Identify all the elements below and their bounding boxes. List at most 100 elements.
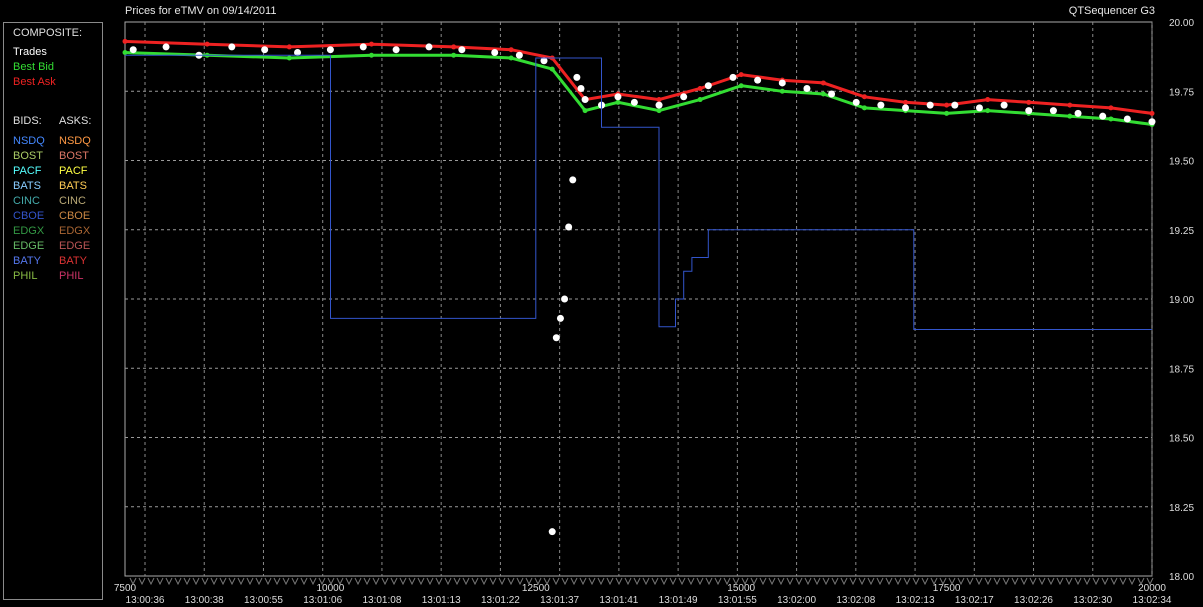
y-tick-label: 18.50 xyxy=(1169,434,1194,445)
trade-point xyxy=(577,84,585,92)
trade-marker xyxy=(147,577,155,586)
trade-marker xyxy=(480,577,488,586)
trade-point xyxy=(228,43,236,51)
series-point-best-bid xyxy=(286,55,292,61)
trade-marker xyxy=(363,577,371,586)
trade-point xyxy=(902,104,910,112)
trade-marker xyxy=(1011,577,1019,586)
trade-point xyxy=(1148,118,1156,126)
series-point-best-ask xyxy=(122,38,128,44)
trade-point xyxy=(326,46,334,54)
trade-marker xyxy=(624,577,632,586)
series-point-best-bid xyxy=(1067,113,1073,119)
trade-marker xyxy=(435,577,443,586)
trade-marker xyxy=(597,577,605,586)
series-point-best-bid xyxy=(861,105,867,111)
trade-point xyxy=(704,82,712,90)
trade-marker xyxy=(921,577,929,586)
trade-marker xyxy=(1119,577,1127,586)
trade-point xyxy=(803,84,811,92)
series-point-best-ask xyxy=(451,44,457,50)
time-tick-label: 13:01:37 xyxy=(540,595,579,606)
series-line-best-bid xyxy=(124,51,1153,126)
trade-point xyxy=(729,73,737,81)
trade-marker xyxy=(651,577,659,586)
series-point-best-bid xyxy=(508,55,514,61)
series-line-best-ask xyxy=(124,39,1153,115)
trade-point xyxy=(569,176,577,184)
trade-marker xyxy=(408,577,416,586)
trade-marker xyxy=(966,577,974,586)
trade-marker xyxy=(1038,577,1046,586)
series-point-best-ask xyxy=(368,41,374,47)
trade-point xyxy=(655,101,663,109)
time-tick-label: 13:02:26 xyxy=(1014,595,1053,606)
series-point-best-ask xyxy=(861,94,867,100)
trade-point xyxy=(852,98,860,106)
series-point-best-ask xyxy=(204,41,210,47)
trade-point xyxy=(754,76,762,84)
y-tick-label: 18.25 xyxy=(1169,503,1194,514)
trade-marker xyxy=(372,577,380,586)
time-tick-label: 13:00:36 xyxy=(126,595,165,606)
trade-marker xyxy=(138,577,146,586)
trade-marker xyxy=(615,577,623,586)
trade-marker xyxy=(588,577,596,586)
trade-marker xyxy=(633,577,641,586)
seq-tick-label: 10000 xyxy=(316,583,344,594)
series-point-best-bid xyxy=(549,66,555,72)
series-point-best-ask xyxy=(820,80,826,86)
trade-marker xyxy=(552,577,560,586)
series-point-best-ask xyxy=(286,44,292,50)
trade-point xyxy=(425,43,433,51)
trade-marker xyxy=(903,577,911,586)
time-tick-label: 13:01:22 xyxy=(481,595,520,606)
trade-point xyxy=(1025,107,1033,115)
series-point-best-bid xyxy=(820,91,826,97)
trade-marker xyxy=(570,577,578,586)
trade-marker xyxy=(300,577,308,586)
trade-marker xyxy=(165,577,173,586)
series-point-best-ask xyxy=(1026,99,1032,105)
seq-tick-label: 15000 xyxy=(727,583,755,594)
trade-marker xyxy=(210,577,218,586)
trade-marker xyxy=(696,577,704,586)
trade-marker xyxy=(849,577,857,586)
trade-marker xyxy=(201,577,209,586)
trade-point xyxy=(1000,101,1008,109)
trade-point xyxy=(975,104,983,112)
trade-marker xyxy=(219,577,227,586)
series-point-best-ask xyxy=(985,97,991,103)
trade-marker xyxy=(1002,577,1010,586)
y-tick-label: 20.00 xyxy=(1169,18,1194,29)
y-tick-label: 19.00 xyxy=(1169,295,1194,306)
trade-marker xyxy=(804,577,812,586)
trade-marker xyxy=(984,577,992,586)
series-point-best-bid xyxy=(122,49,128,55)
trade-marker xyxy=(759,577,767,586)
trade-point xyxy=(552,334,560,342)
trade-marker xyxy=(975,577,983,586)
trade-point xyxy=(458,46,466,54)
trade-point xyxy=(491,48,499,56)
trade-point xyxy=(129,46,137,54)
time-tick-label: 13:01:13 xyxy=(422,595,461,606)
trade-point xyxy=(261,46,269,54)
series-point-best-bid xyxy=(697,97,703,103)
trade-marker xyxy=(813,577,821,586)
trade-marker xyxy=(795,577,803,586)
trade-marker xyxy=(174,577,182,586)
trade-marker xyxy=(255,577,263,586)
series-point-best-bid xyxy=(985,108,991,114)
trade-marker xyxy=(1056,577,1064,586)
trade-point xyxy=(1099,112,1107,120)
trade-marker xyxy=(345,577,353,586)
trade-marker xyxy=(183,577,191,586)
trade-point xyxy=(1074,109,1082,117)
series-point-best-bid xyxy=(451,52,457,58)
trade-marker xyxy=(1065,577,1073,586)
trade-marker xyxy=(678,577,686,586)
trade-marker xyxy=(417,577,425,586)
trade-point xyxy=(877,101,885,109)
time-tick-label: 13:02:13 xyxy=(896,595,935,606)
